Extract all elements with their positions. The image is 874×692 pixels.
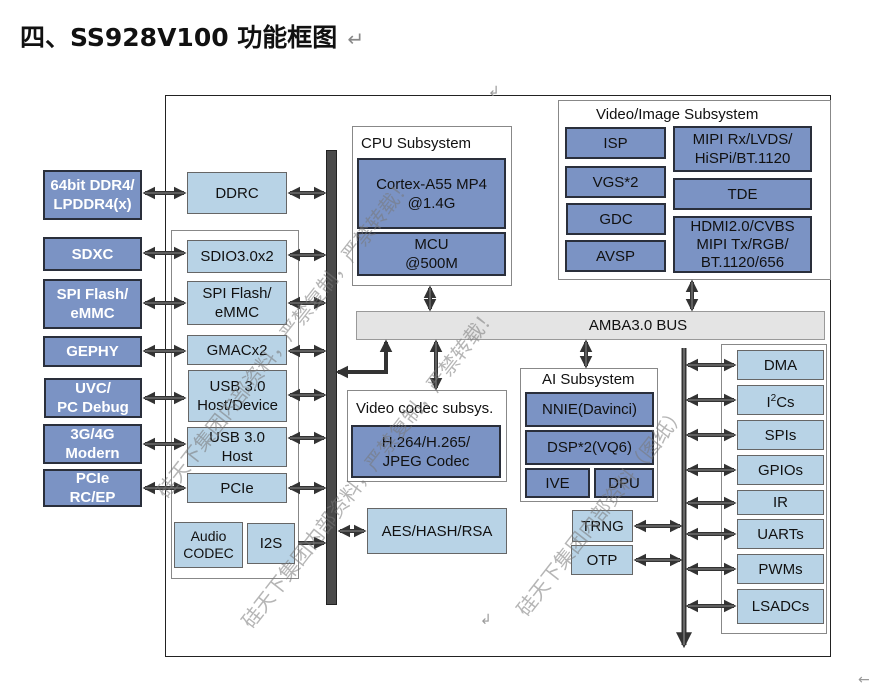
spi-flash-ctrl-block: SPI Flash/ eMMC [187,281,287,325]
pcie-block: PCIe [187,473,287,503]
ext-modem: 3G/4G Modern [43,424,142,464]
title-text: 四、SS928V100 功能框图 [20,23,338,52]
ext-uvc-label: UVC/ PC Debug [57,380,129,416]
dsp-label: DSP*2(VQ6) [546,439,633,456]
gdc-block: GDC [566,203,666,235]
amba-bus-label: AMBA3.0 BUS [588,317,688,334]
ai-subsystem-label: AI Subsystem [542,371,635,388]
peripheral-pwm: PWMs [737,554,824,584]
aes-hash-rsa-block: AES/HASH/RSA [367,508,507,554]
spi-label: SPIs [764,426,797,444]
avsp-block: AVSP [565,240,666,272]
peripheral-ir: IR [737,490,824,515]
tde-label: TDE [727,185,758,203]
pwm-label: PWMs [758,560,803,578]
return-mark-icon: ↵ [347,27,365,51]
ext-sdxc: SDXC [43,237,142,271]
anchor-mark-icon: ↲ [480,612,492,628]
ext-gephy: GEPHY [43,336,142,367]
peripheral-spi: SPIs [737,420,824,450]
ddrc-label: DDRC [215,184,259,202]
gpio-label: GPIOs [757,461,803,479]
isp-label: ISP [603,134,628,152]
return-arrow-icon: ← [858,672,870,688]
peripheral-lsadc: LSADCs [737,589,824,624]
ext-spi-flash: SPI Flash/ eMMC [43,279,142,329]
ddrc-block: DDRC [187,172,287,214]
nnie-block: NNIE(Davinci) [525,392,654,427]
peripheral-uart: UARTs [737,519,824,549]
ive-label: IVE [545,474,570,492]
tde-block: TDE [673,178,812,210]
spi-flash-ctrl-label: SPI Flash/ eMMC [202,285,272,321]
vgs-block: VGS*2 [565,166,666,198]
i2c-label: I2Cs [766,392,795,411]
amba-bus: AMBA3.0 BUS [356,311,825,340]
vgs-label: VGS*2 [592,173,639,191]
mipi-rx-label: MIPI Rx/LVDS/ HiSPi/BT.1120 [692,131,793,167]
i2s-label: I2S [259,535,283,552]
anchor-mark-icon: ↲ [488,84,500,100]
hdmi-mipi-tx-block: HDMI2.0/CVBS MIPI Tx/RGB/ BT.1120/656 [673,216,812,273]
ive-block: IVE [525,468,590,498]
audio-codec-block: Audio CODEC [174,522,243,568]
nnie-label: NNIE(Davinci) [541,401,637,418]
ext-uvc: UVC/ PC Debug [44,378,142,418]
peripheral-gpio: GPIOs [737,455,824,485]
sdio-label: SDIO3.0x2 [200,248,274,265]
ext-pcie-label: PCIe RC/EP [69,470,116,506]
aes-hash-rsa-label: AES/HASH/RSA [381,522,493,540]
page-title: 四、SS928V100 功能框图 ↵ [20,18,364,54]
dma-label: DMA [763,356,798,374]
mcu-label: MCU @500M [405,236,458,272]
ext-ddr-label: 64bit DDR4/ LPDDR4(x) [50,177,135,213]
ext-gephy-label: GEPHY [66,343,119,360]
video-image-subsystem-label: Video/Image Subsystem [596,106,759,123]
ext-modem-label: 3G/4G Modern [65,426,120,462]
ext-pcie: PCIe RC/EP [43,469,142,507]
ext-ddr: 64bit DDR4/ LPDDR4(x) [43,170,142,220]
uart-label: UARTs [757,525,804,543]
ir-label: IR [773,494,788,511]
peripheral-i2c: I2Cs [737,385,824,415]
hdmi-mipi-tx-label: HDMI2.0/CVBS MIPI Tx/RGB/ BT.1120/656 [690,217,795,271]
mipi-rx-block: MIPI Rx/LVDS/ HiSPi/BT.1120 [673,126,812,172]
mcu-block: MCU @500M [357,232,506,276]
avsp-label: AVSP [596,247,635,265]
isp-block: ISP [565,127,666,159]
otp-label: OTP [586,551,618,569]
ext-spi-flash-label: SPI Flash/ eMMC [56,286,129,322]
audio-codec-label: Audio CODEC [183,528,234,561]
gdc-label: GDC [599,210,633,228]
peripheral-dma: DMA [737,350,824,380]
cpu-subsystem-label: CPU Subsystem [361,135,472,152]
lsadc-label: LSADCs [751,598,810,615]
pcie-label: PCIe [220,479,254,497]
sdio-block: SDIO3.0x2 [187,240,287,273]
ext-sdxc-label: SDXC [71,245,114,263]
